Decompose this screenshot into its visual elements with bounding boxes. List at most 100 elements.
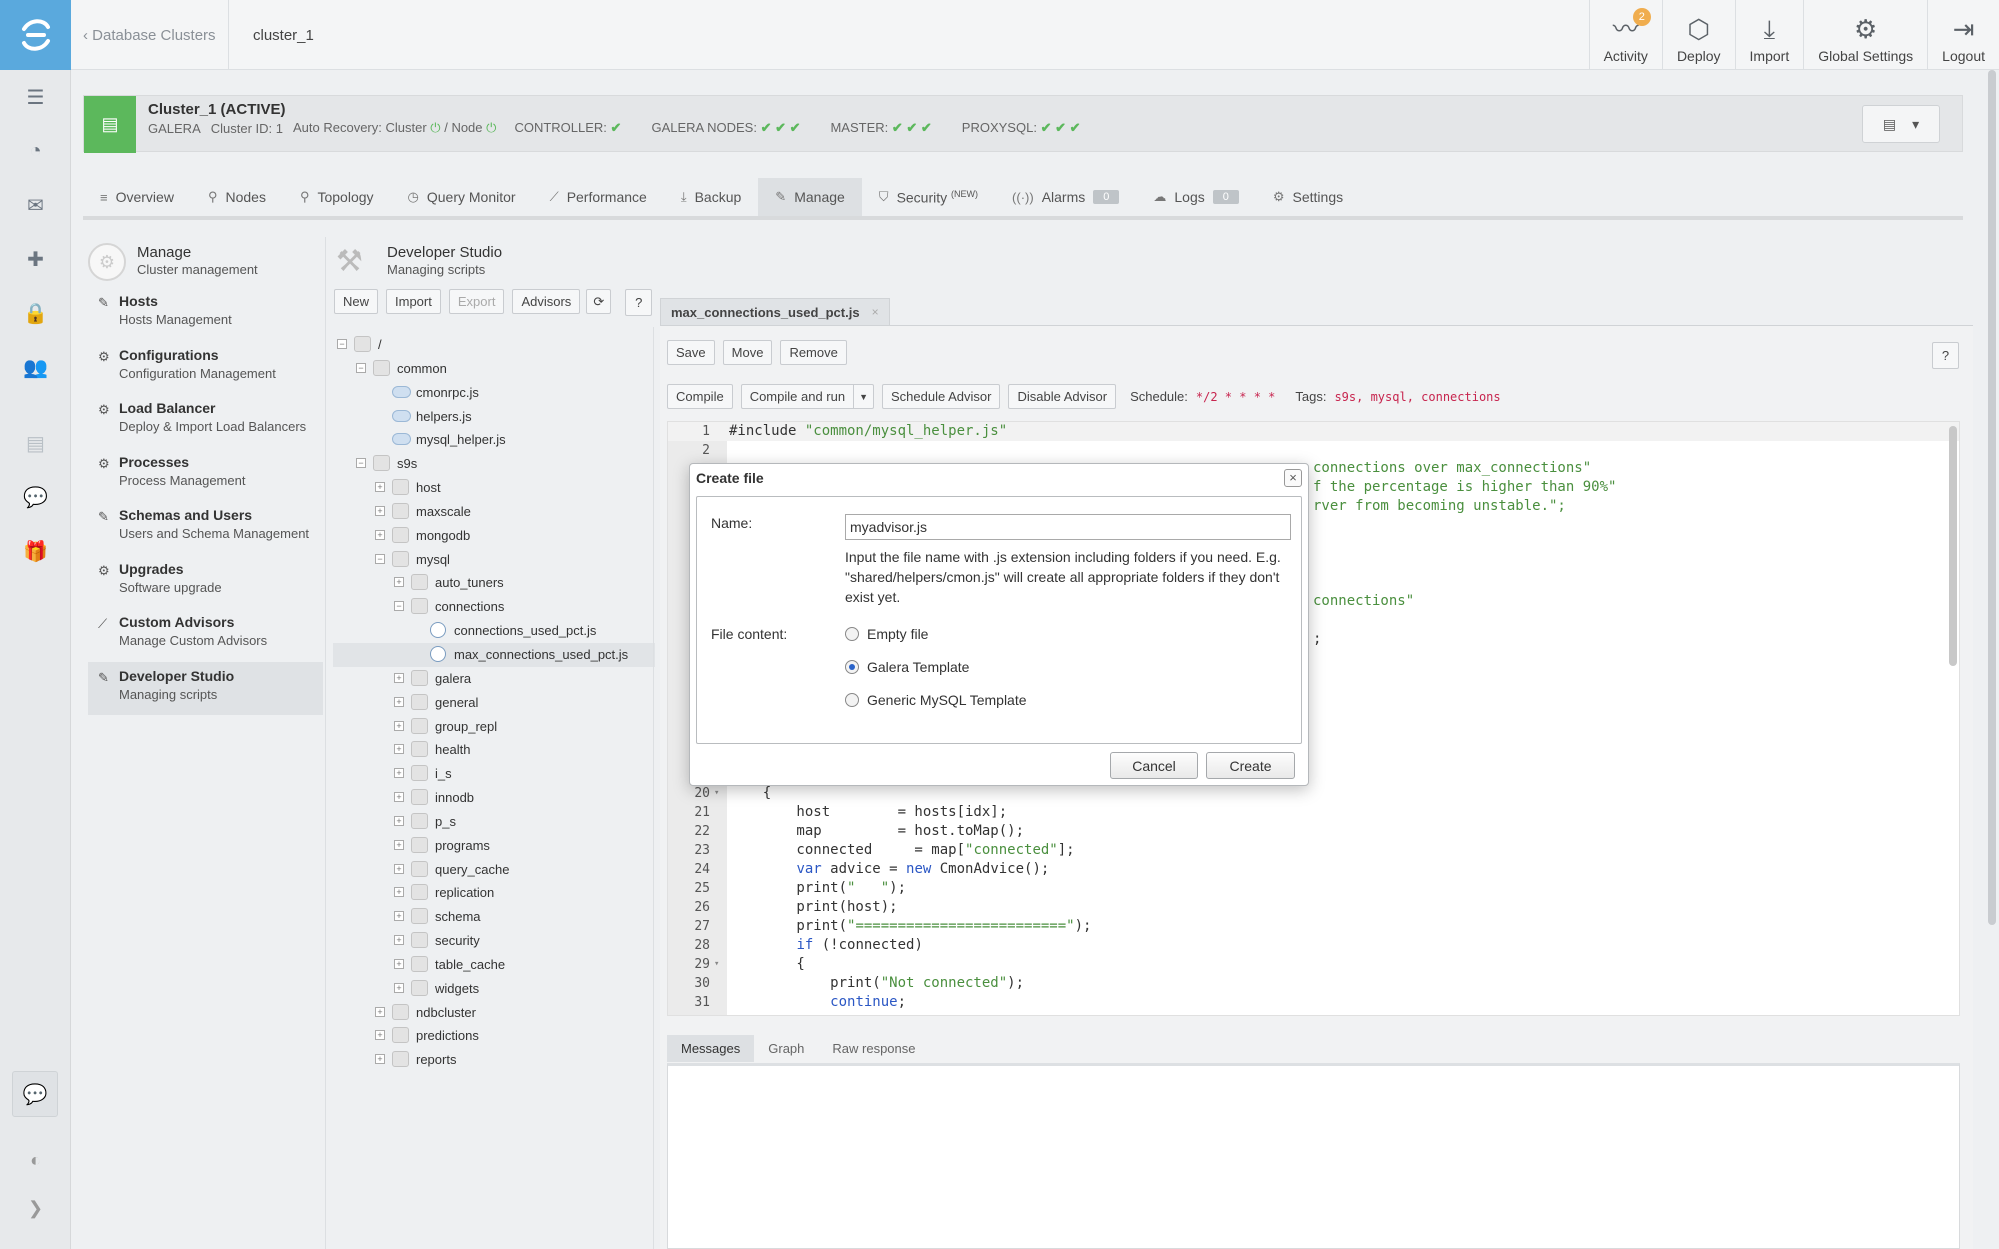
back-to-clusters-link[interactable]: ‹ Database Clusters	[83, 0, 216, 70]
power-icon[interactable]: ⏻	[486, 120, 496, 135]
tree-folder[interactable]: + reports	[333, 1048, 655, 1072]
tab-performance[interactable]: ⟋ Performance	[533, 178, 664, 216]
tree-folder[interactable]: − common	[333, 357, 655, 381]
tree-folder[interactable]: + galera	[333, 667, 655, 691]
expand-icon[interactable]: +	[394, 792, 404, 803]
tab-manage[interactable]: ✎ Manage	[758, 178, 862, 216]
schedule-advisor-button[interactable]: Schedule Advisor	[882, 384, 1001, 409]
radio-empty-file[interactable]: Empty file	[845, 626, 928, 642]
expand-icon[interactable]: +	[394, 982, 404, 993]
radio-button[interactable]	[845, 660, 859, 674]
manage-item-configurations[interactable]: ⚙ Configurations Configuration Management	[88, 341, 323, 395]
tab-alarms[interactable]: ((·)) Alarms 0	[995, 178, 1136, 216]
import-button[interactable]: Import	[386, 289, 441, 314]
chat-icon[interactable]: 💬	[0, 470, 71, 524]
tree-folder[interactable]: + ndbcluster	[333, 1001, 655, 1025]
cluster-actions-menu[interactable]: ▤ ▾	[1862, 105, 1940, 143]
tree-folder[interactable]: − /	[333, 333, 655, 357]
tab-logs[interactable]: ☁ Logs 0	[1136, 178, 1255, 216]
mail-icon[interactable]: ✉	[0, 178, 71, 232]
expand-icon[interactable]: +	[375, 1006, 385, 1017]
chat-icon[interactable]: 💬	[12, 1071, 58, 1117]
manage-item-load-balancer[interactable]: ⚙ Load Balancer Deploy & Import Load Balan…	[88, 394, 323, 448]
expand-icon[interactable]: +	[394, 744, 404, 755]
collapse-icon[interactable]: −	[356, 458, 366, 469]
tree-folder[interactable]: + i_s	[333, 762, 655, 786]
tree-file[interactable]: helpers.js	[333, 405, 655, 429]
tree-folder[interactable]: + host	[333, 476, 655, 500]
new-button[interactable]: New	[334, 289, 379, 314]
tab-nodes[interactable]: ⚲ Nodes	[191, 178, 283, 216]
tab-security[interactable]: ⛉ Security (NEW)	[862, 178, 995, 216]
expand-icon[interactable]: +	[394, 696, 404, 707]
collapse-icon[interactable]: −	[356, 362, 366, 373]
deploy-button[interactable]: ⬡ Deploy	[1661, 0, 1735, 70]
tab-overview[interactable]: ≡ Overview	[83, 178, 191, 216]
app-logo[interactable]	[0, 0, 71, 70]
close-tab-icon[interactable]: ×	[872, 305, 879, 319]
export-button[interactable]: Export	[448, 289, 505, 314]
fold-icon[interactable]: ▾	[714, 784, 719, 803]
collapse-icon[interactable]: −	[375, 553, 385, 564]
move-button[interactable]: Move	[722, 340, 773, 365]
tree-file[interactable]: connections_used_pct.js	[333, 619, 655, 643]
clusters-icon[interactable]: ☰	[0, 70, 71, 124]
expand-icon[interactable]: +	[394, 672, 404, 683]
expand-icon[interactable]: +	[394, 720, 404, 731]
users-icon[interactable]: 👥	[0, 340, 71, 394]
manage-item-custom-advisors[interactable]: ⟋ Custom Advisors Manage Custom Advisors	[88, 608, 323, 662]
compile-and-run-button[interactable]: Compile and run ▼	[740, 384, 874, 409]
file-name-input[interactable]	[845, 514, 1291, 540]
gift-icon[interactable]: 🎁	[0, 524, 71, 578]
tab-backup[interactable]: ⤓ Backup	[664, 178, 758, 216]
tab-graph[interactable]: Graph	[754, 1035, 818, 1062]
manage-item-upgrades[interactable]: ⚙ Upgrades Software upgrade	[88, 555, 323, 609]
tree-folder[interactable]: + group_repl	[333, 715, 655, 739]
expand-icon[interactable]: +	[375, 1054, 385, 1065]
expand-icon[interactable]: +	[375, 1030, 385, 1041]
expand-icon[interactable]: +	[375, 505, 385, 516]
toggle-icon[interactable]: ◐	[0, 1150, 71, 1171]
manage-item-processes[interactable]: ⚙ Processes Process Management	[88, 448, 323, 502]
expand-icon[interactable]: +	[394, 768, 404, 779]
expand-icon[interactable]: +	[375, 482, 385, 493]
manage-item-developer-studio[interactable]: ✎ Developer Studio Managing scripts	[88, 661, 323, 715]
tree-folder[interactable]: + schema	[333, 905, 655, 929]
power-icon[interactable]: ⏻	[430, 120, 440, 135]
tree-folder[interactable]: − mysql	[333, 548, 655, 572]
refresh-button[interactable]: ⟳	[586, 289, 612, 314]
tree-folder[interactable]: + predictions	[333, 1024, 655, 1048]
import-button[interactable]: ⤓ Import	[1734, 0, 1804, 70]
file-tab[interactable]: max_connections_used_pct.js ×	[660, 298, 890, 325]
close-icon[interactable]: ×	[1284, 469, 1302, 487]
tree-folder[interactable]: − connections	[333, 595, 655, 619]
tree-file[interactable]: cmonrpc.js	[333, 381, 655, 405]
tree-folder[interactable]: + mongodb	[333, 524, 655, 548]
tab-settings[interactable]: ⚙ Settings	[1256, 178, 1360, 216]
expand-icon[interactable]: +	[394, 887, 404, 898]
lock-icon[interactable]: 🔒	[0, 286, 71, 340]
disable-advisor-button[interactable]: Disable Advisor	[1008, 384, 1117, 409]
expand-icon[interactable]: +	[394, 935, 404, 946]
tab-query-monitor[interactable]: ◷ Query Monitor	[391, 178, 533, 216]
remove-button[interactable]: Remove	[780, 340, 847, 365]
tree-folder[interactable]: + auto_tuners	[333, 571, 655, 595]
radio-galera-template[interactable]: Galera Template	[845, 659, 969, 675]
expand-icon[interactable]: +	[394, 815, 404, 826]
chevron-down-icon[interactable]: ▼	[853, 385, 873, 408]
tree-folder[interactable]: + query_cache	[333, 858, 655, 882]
tree-folder[interactable]: + innodb	[333, 786, 655, 810]
help-button[interactable]: ?	[1932, 342, 1959, 369]
integrations-icon[interactable]: ✚	[0, 232, 71, 286]
manage-item-schemas-and-users[interactable]: ✎ Schemas and Users Users and Schema Manag…	[88, 501, 323, 555]
compile-button[interactable]: Compile	[667, 384, 733, 409]
fold-icon[interactable]: ▾	[714, 955, 719, 974]
tree-file[interactable]: mysql_helper.js	[333, 428, 655, 452]
radio-button[interactable]	[845, 693, 859, 707]
tree-folder[interactable]: + health	[333, 738, 655, 762]
expand-icon[interactable]: +	[394, 911, 404, 922]
expand-icon[interactable]: +	[394, 863, 404, 874]
tree-file[interactable]: max_connections_used_pct.js	[333, 642, 655, 667]
logout-button[interactable]: ⇥ Logout	[1927, 0, 1999, 70]
global-settings-button[interactable]: ⚙ Global Settings	[1803, 0, 1927, 70]
